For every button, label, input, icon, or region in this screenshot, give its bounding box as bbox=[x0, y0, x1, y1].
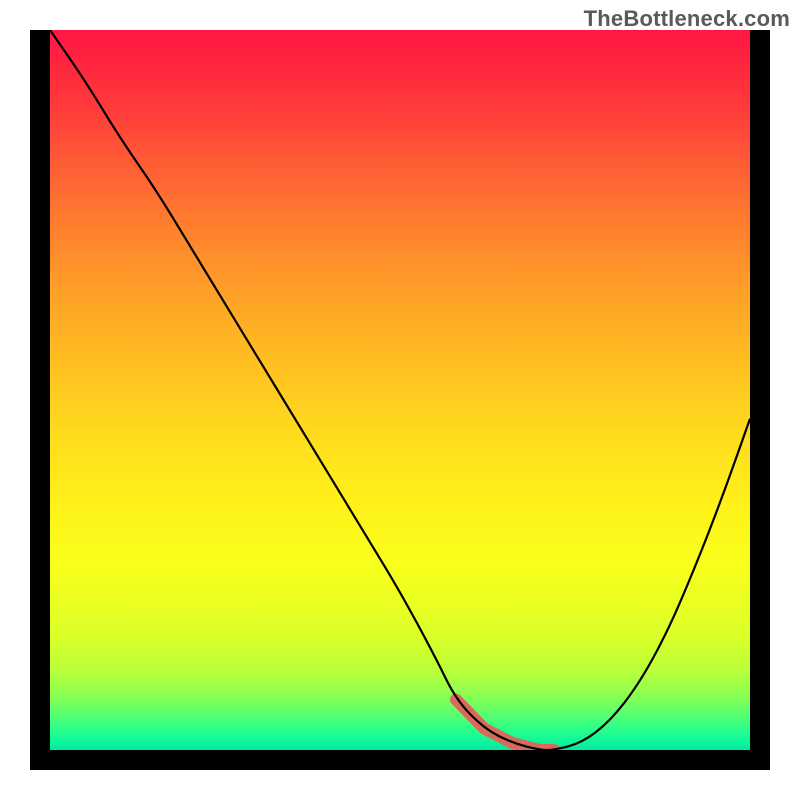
plot-background-gradient bbox=[50, 30, 750, 750]
watermark-text: TheBottleneck.com bbox=[584, 6, 790, 32]
plot-frame bbox=[30, 30, 770, 770]
chart-container: TheBottleneck.com bbox=[0, 0, 800, 800]
